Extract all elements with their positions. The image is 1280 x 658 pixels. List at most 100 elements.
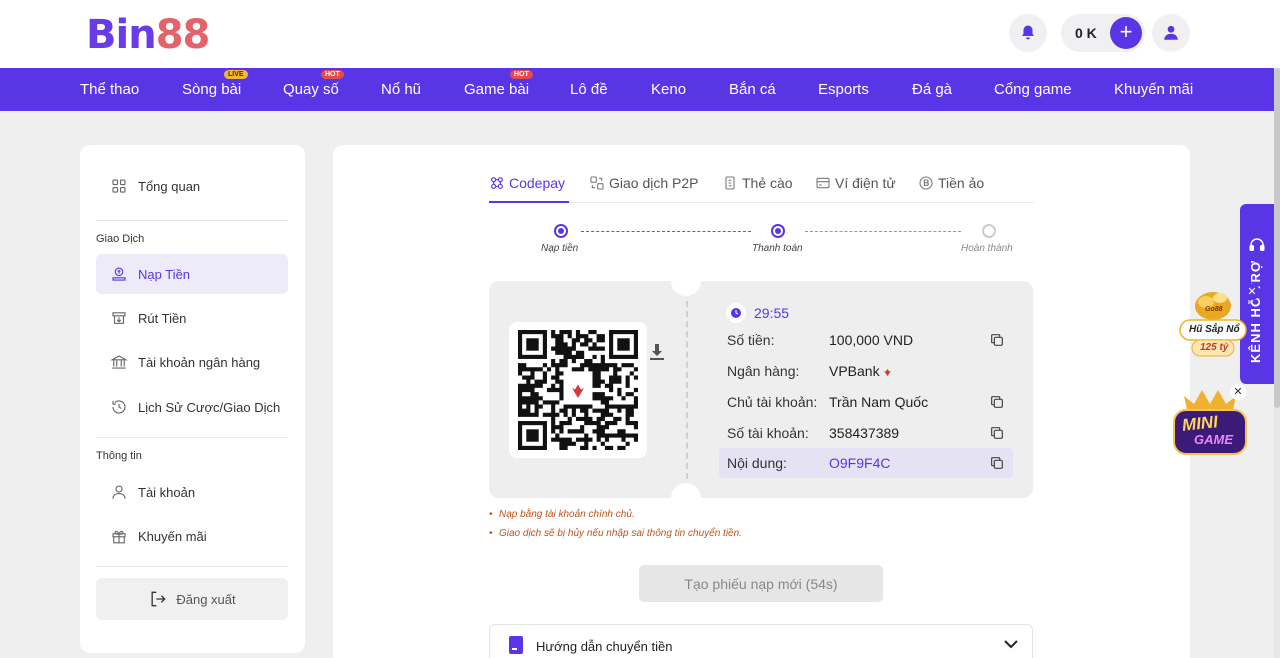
nav-item-esports[interactable]: Esports [818,81,869,98]
ticket-perforation [686,301,688,479]
tab-p2p[interactable]: Giao dịch P2P [589,175,699,191]
nav-item-song-bai[interactable]: LIVE Sòng bài [182,70,248,98]
codepay-icon [491,177,503,189]
user-icon [1164,25,1178,40]
qr-code [509,322,647,458]
qr-code-image [518,330,638,450]
logo-prefix: Bin [86,12,157,58]
qr-finder-pattern [518,421,547,450]
wallet-icon [816,177,830,189]
promo-brand: Go88 [1205,306,1223,313]
live-badge: LIVE [224,70,248,79]
tab-scratch-card[interactable]: Thẻ cào [722,175,793,191]
headset-icon [1249,238,1265,251]
ticket-notch [671,281,701,296]
copy-content-button[interactable] [989,455,1005,474]
hot-badge: HOT [321,70,344,79]
account-number-row: Số tài khoản: 358437389 [719,418,1013,448]
gift-icon [112,530,126,544]
hot-badge: HOT [510,70,533,79]
copy-icon [991,457,1003,469]
tab-e-wallet[interactable]: Ví điện tử [815,175,896,191]
step-connector [581,231,751,232]
grid-icon [112,179,126,193]
bank-icon [110,355,128,369]
copy-amount-button[interactable] [989,332,1005,351]
logo[interactable]: Bin88 [86,12,211,58]
document-icon [509,636,523,654]
sidebar-item-promotions[interactable]: Khuyến mãi [96,516,288,556]
payment-ticket: 29:55 Số tiền: 100,000 VND Ngân hàng: VP… [489,281,1033,498]
download-icon [650,344,664,360]
copy-icon [991,427,1003,439]
logout-icon [151,591,166,607]
transfer-guide-accordion[interactable]: Hướng dẫn chuyển tiền [489,624,1033,658]
amount-value: 100,000 VND [829,332,914,348]
jackpot-label: Hũ Sắp Nổ [1189,324,1240,335]
nav-item-no-hu[interactable]: Nổ hũ [381,81,421,98]
note-own-account: Nạp bằng tài khoản chính chủ. [489,509,635,520]
balance-pill: 0 K + [1061,14,1145,52]
active-tab-underline [489,201,569,203]
p2p-icon [590,176,604,190]
account-holder-row: Chủ tài khoản: Trần Nam Quốc [719,387,1013,417]
close-mini-game-button[interactable]: ✕ [1230,384,1246,400]
divider [96,437,288,438]
sidebar-item-overview[interactable]: Tổng quan [96,166,288,206]
section-heading-transactions: Giao Dịch [96,233,145,245]
clock-icon [726,303,746,323]
tab-crypto[interactable]: Tiền ảo [918,175,984,191]
download-qr-button[interactable] [649,343,665,366]
history-icon [112,400,126,414]
bitcoin-icon [919,176,933,190]
account-holder-value: Trần Nam Quốc [829,394,929,410]
step-label-complete: Hoàn thành [961,243,1013,254]
ticket-notch [671,483,701,498]
copy-account-button[interactable] [989,425,1005,444]
bell-icon [1022,25,1034,40]
jackpot-promo-widget[interactable]: Go88 Hũ Sắp Nổ 125 tỷ [1178,284,1248,364]
transfer-content-row: Nội dung: O9F9F4C [719,448,1013,478]
step-label-deposit: Nạp tiền [541,243,579,254]
bank-logo-icon [567,379,589,401]
logo-suffix: 88 [155,12,211,58]
transfer-content-value: O9F9F4C [829,455,891,471]
withdraw-icon [112,312,126,324]
section-heading-info: Thông tin [96,450,142,462]
nav-item-quay-so[interactable]: HOT Quay số [283,70,344,98]
plus-icon: + [1119,19,1133,44]
sidebar-item-history[interactable]: Lịch Sử Cược/Giao Dịch [96,387,288,427]
user-menu-button[interactable] [1152,14,1190,52]
nav-item-da-ga[interactable]: Đá gà [912,81,952,98]
countdown-timer: 29:55 [726,303,789,323]
notification-button[interactable] [1009,14,1047,52]
divider [96,566,288,567]
nav-item-the-thao[interactable]: Thể thao [80,81,139,98]
close-jackpot-button[interactable]: ✕ [1244,284,1260,300]
sidebar-item-bank-account[interactable]: Tài khoản ngân hàng [96,342,288,382]
step-dot-deposit [554,224,568,238]
mini-game-line2: GAME [1194,432,1233,447]
tab-codepay[interactable]: Codepay [489,175,565,191]
nav-item-game-bai[interactable]: HOT Game bài [464,70,533,98]
nav-item-cong-game[interactable]: Cổng game [994,81,1072,98]
sidebar-item-account[interactable]: Tài khoản [96,472,288,512]
nav-item-keno[interactable]: Keno [651,81,686,98]
scrollbar-thumb[interactable] [1274,68,1280,408]
logout-button[interactable]: Đăng xuất [96,578,288,620]
step-label-payment: Thanh toán [752,243,803,254]
deposit-panel: Codepay Giao dịch P2P Thẻ cào Ví điện tử… [333,145,1190,658]
main-nav: Thể thao LIVE Sòng bài HOT Quay số Nổ hũ H… [0,68,1274,111]
account-sidebar: Tổng quan Giao Dịch Nạp Tiền Rút Tiền Tà… [80,145,305,653]
nav-item-khuyen-mai[interactable]: Khuyến mãi [1114,81,1193,98]
sidebar-item-withdraw[interactable]: Rút Tiền [96,298,288,338]
nav-item-lo-de[interactable]: Lô đề [570,81,608,98]
add-funds-button[interactable]: + [1110,17,1142,49]
card-icon [725,176,735,190]
bank-row: Ngân hàng: VPBank [719,356,1013,386]
copy-holder-button[interactable] [989,394,1005,413]
step-dot-payment [771,224,785,238]
new-deposit-slip-button[interactable]: Tạo phiếu nạp mới (54s) [639,565,883,602]
sidebar-item-deposit[interactable]: Nạp Tiền [96,254,288,294]
nav-item-ban-ca[interactable]: Bắn cá [729,81,776,98]
